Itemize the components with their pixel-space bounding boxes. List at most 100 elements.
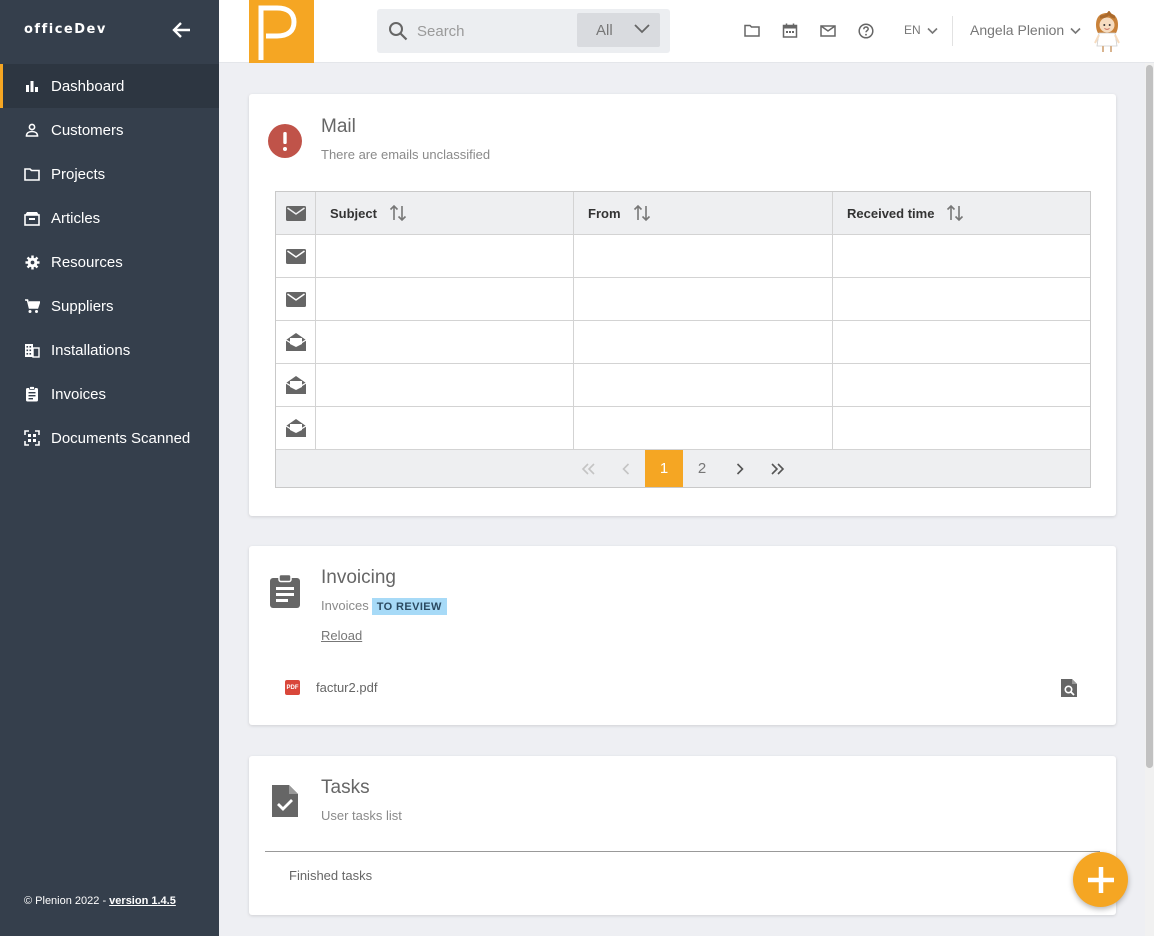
tasks-subtitle: User tasks list bbox=[321, 808, 402, 823]
invoicing-title: Invoicing bbox=[321, 567, 396, 588]
sidebar-item-label: Invoices bbox=[51, 385, 107, 403]
tasks-card: Tasks User tasks list Finished tasks bbox=[249, 756, 1116, 915]
unread-envelope-icon bbox=[276, 235, 316, 277]
brand-name: officeDev bbox=[24, 22, 107, 37]
sidebar-item-label: Resources bbox=[51, 253, 123, 271]
first-page-button[interactable] bbox=[569, 450, 607, 487]
sidebar-item-label: Customers bbox=[51, 121, 124, 139]
next-page-button[interactable] bbox=[721, 450, 759, 487]
mail-table: Subject From Received time 1 2 bbox=[275, 191, 1091, 488]
scan-icon bbox=[24, 430, 40, 446]
sort-icon bbox=[947, 204, 964, 222]
sidebar-item-label: Articles bbox=[51, 209, 101, 227]
folder-icon bbox=[24, 166, 40, 182]
task-document-icon bbox=[271, 784, 299, 823]
user-menu[interactable]: Angela Plenion bbox=[970, 22, 1081, 38]
mail-title: Mail bbox=[321, 116, 356, 137]
page-button-2[interactable]: 2 bbox=[683, 450, 721, 487]
tasks-title: Tasks bbox=[321, 777, 370, 798]
help-icon[interactable] bbox=[857, 22, 875, 40]
avatar[interactable] bbox=[1090, 10, 1124, 53]
table-row[interactable] bbox=[276, 364, 1090, 407]
sidebar-item-installations[interactable]: Installations bbox=[0, 328, 219, 372]
sidebar-item-customers[interactable]: Customers bbox=[0, 108, 219, 152]
table-row[interactable] bbox=[276, 235, 1090, 278]
chevron-down-icon bbox=[1070, 28, 1081, 35]
page-button-1[interactable]: 1 bbox=[645, 450, 683, 487]
mail-icon[interactable] bbox=[819, 22, 837, 40]
scrollbar-thumb[interactable] bbox=[1146, 65, 1153, 768]
file-name: factur2.pdf bbox=[316, 680, 378, 695]
column-label: Subject bbox=[330, 205, 377, 221]
sidebar: officeDev Dashboard Customers Projects A… bbox=[0, 0, 219, 936]
column-header-received-time[interactable]: Received time bbox=[833, 192, 1090, 234]
received-time-cell bbox=[833, 364, 1090, 406]
mail-column-icon bbox=[276, 192, 316, 234]
sidebar-item-suppliers[interactable]: Suppliers bbox=[0, 284, 219, 328]
sidebar-item-projects[interactable]: Projects bbox=[0, 152, 219, 196]
mail-subtitle: There are emails unclassified bbox=[321, 147, 491, 162]
collapse-sidebar-button[interactable] bbox=[170, 18, 194, 42]
topbar: All EN Angela Plenion bbox=[219, 0, 1154, 63]
invoicing-card: Invoicing Invoices TO REVIEW Reload PDF f… bbox=[249, 546, 1116, 725]
gear-icon bbox=[24, 254, 40, 270]
from-cell bbox=[574, 407, 833, 449]
subject-cell bbox=[316, 364, 574, 406]
mail-table-header: Subject From Received time bbox=[276, 192, 1090, 235]
search-input[interactable] bbox=[417, 18, 567, 44]
building-icon bbox=[24, 342, 40, 358]
search-scope-select[interactable]: All bbox=[577, 13, 660, 47]
box-icon bbox=[24, 210, 40, 226]
received-time-cell bbox=[833, 321, 1090, 363]
arrow-left-icon bbox=[172, 22, 190, 38]
sidebar-item-dashboard[interactable]: Dashboard bbox=[0, 64, 219, 108]
table-row[interactable] bbox=[276, 278, 1090, 321]
cart-icon bbox=[24, 298, 40, 314]
sidebar-item-resources[interactable]: Resources bbox=[0, 240, 219, 284]
document-search-icon[interactable] bbox=[1060, 678, 1078, 703]
reload-link[interactable]: Reload bbox=[321, 628, 362, 643]
finished-tasks-toggle[interactable]: Finished tasks bbox=[289, 868, 372, 883]
sidebar-item-articles[interactable]: Articles bbox=[0, 196, 219, 240]
column-header-from[interactable]: From bbox=[574, 192, 833, 234]
page-scrollbar[interactable] bbox=[1145, 63, 1154, 936]
clipboard-icon bbox=[24, 386, 40, 402]
invoice-file[interactable]: PDF factur2.pdf bbox=[285, 680, 377, 695]
sort-icon bbox=[389, 204, 407, 222]
table-row[interactable] bbox=[276, 321, 1090, 364]
subject-cell bbox=[316, 278, 574, 320]
received-time-cell bbox=[833, 235, 1090, 277]
table-row[interactable] bbox=[276, 407, 1090, 450]
sidebar-footer: © Plenion 2022 - version 1.4.5 bbox=[24, 895, 176, 907]
search-icon bbox=[388, 21, 408, 46]
sidebar-item-invoices[interactable]: Invoices bbox=[0, 372, 219, 416]
person-icon bbox=[24, 122, 40, 138]
pagination: 1 2 bbox=[276, 450, 1090, 487]
add-button[interactable] bbox=[1073, 852, 1128, 907]
search-scope-value: All bbox=[596, 22, 613, 39]
chevron-down-icon bbox=[927, 27, 938, 34]
invoices-label: Invoices bbox=[321, 598, 369, 613]
sidebar-item-documents-scanned[interactable]: Documents Scanned bbox=[0, 416, 219, 460]
sort-icon bbox=[633, 204, 650, 222]
column-header-subject[interactable]: Subject bbox=[316, 192, 574, 234]
sidebar-item-label: Installations bbox=[51, 341, 131, 359]
sidebar-nav: Dashboard Customers Projects Articles Re… bbox=[0, 64, 219, 460]
folder-icon[interactable] bbox=[743, 22, 761, 40]
received-time-cell bbox=[833, 278, 1090, 320]
sidebar-item-label: Dashboard bbox=[51, 77, 125, 95]
version-link[interactable]: version 1.4.5 bbox=[109, 895, 176, 907]
from-cell bbox=[574, 321, 833, 363]
plenion-logo[interactable] bbox=[249, 0, 314, 63]
tasks-divider bbox=[265, 851, 1100, 852]
clipboard-icon bbox=[269, 573, 301, 613]
double-chevron-right-icon bbox=[771, 462, 785, 475]
user-name: Angela Plenion bbox=[970, 22, 1065, 38]
envelope-icon bbox=[285, 205, 306, 221]
prev-page-button[interactable] bbox=[607, 450, 645, 487]
last-page-button[interactable] bbox=[759, 450, 797, 487]
plus-icon bbox=[1087, 866, 1114, 893]
calendar-icon[interactable] bbox=[781, 22, 799, 40]
open-envelope-icon bbox=[276, 321, 316, 363]
language-select[interactable]: EN bbox=[904, 23, 938, 37]
